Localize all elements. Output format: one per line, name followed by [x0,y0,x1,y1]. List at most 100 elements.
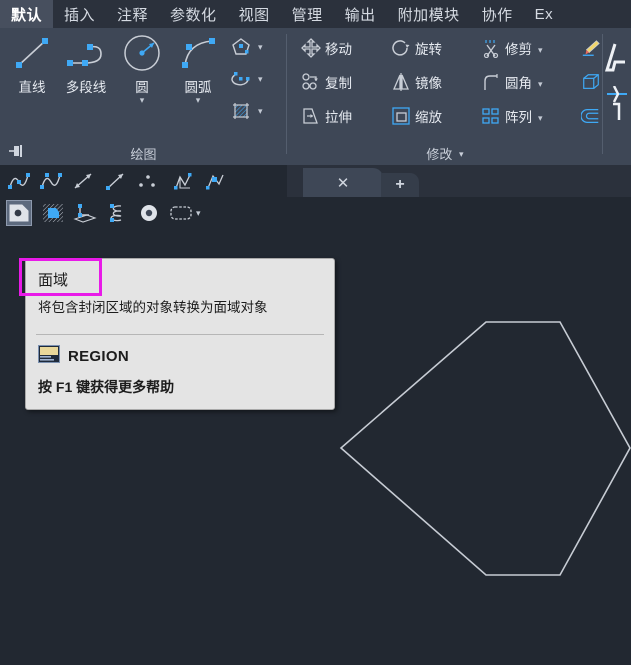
tooltip-divider [36,334,324,335]
tool-gradient[interactable] [40,200,66,226]
tool-stretch[interactable]: 拉伸 [301,106,387,126]
tool-circle-caret-icon[interactable]: ▾ [116,96,168,105]
tool-line[interactable]: 直线 [6,32,58,96]
tool-fillet-label: 圆角 [505,76,532,91]
autocad-window: 默认 插入 注释 参数化 视图 管理 输出 附加模块 协作 Ex 直线 多段线 … [0,0,631,665]
tool-polygon-caret-icon[interactable]: ▾ [258,42,263,53]
tool-array[interactable]: 阵列 ▾ [481,106,567,126]
scale-icon [391,106,411,126]
boundary-icon [174,173,192,190]
tool-circle[interactable]: 圆 ▾ [116,32,168,105]
tool-mirror[interactable]: 镜像 [391,72,477,92]
tool-copy-label: 复制 [325,76,352,91]
ribbon-tab-view[interactable]: 视图 [228,0,281,28]
tool-wipeout[interactable] [202,168,228,194]
document-tab-active[interactable]: ✕ [303,168,383,197]
tool-offset[interactable] [581,106,601,126]
3d-polyline-icon [73,204,97,223]
tool-ellipse-caret-icon[interactable]: ▾ [258,74,263,85]
tool-copy[interactable]: 复制 [301,72,387,92]
tool-multiple-points[interactable] [134,168,160,194]
tool-fillet[interactable]: 圆角 ▾ [481,72,567,92]
tool-arc-caret-icon[interactable]: ▾ [172,96,224,105]
3d-array-icon [581,72,601,92]
ribbon-tab-output[interactable]: 输出 [334,0,387,28]
tool-trim-label: 修剪 [505,42,532,57]
ribbon-tab-collaborate[interactable]: 协作 [471,0,524,28]
ribbon-tab-default[interactable]: 默认 [0,0,54,28]
stretch-icon [301,106,321,126]
tool-construction-line[interactable] [70,168,96,194]
new-document-tab-button[interactable]: + [381,173,419,197]
close-icon[interactable]: ✕ [337,174,350,192]
tool-array-caret-icon[interactable]: ▾ [538,113,543,124]
ribbon-tab-manage[interactable]: 管理 [281,0,334,28]
tool-donut[interactable] [136,200,162,226]
tool-arc[interactable]: 圆弧 ▾ [172,32,224,105]
tool-3d-polyline[interactable] [72,200,98,226]
ribbon-tab-parametric[interactable]: 参数化 [159,0,228,28]
region-icon [9,204,29,222]
tool-3d-array[interactable] [581,72,601,92]
match-properties-icon [581,38,601,58]
wipeout-icon [206,174,224,190]
ribbon-body: 直线 多段线 圆 ▾ 圆弧 ▾ ▾ ▾ ▾ ▾ 绘图 移动 旋转 修剪 ▾ 复制… [0,28,631,226]
tool-spline-fit[interactable] [6,168,32,194]
construction-line-icon [74,173,92,189]
tool-revision-cloud[interactable] [168,200,194,226]
ray-icon [106,173,124,190]
ribbon-tab-express[interactable]: Ex [524,0,565,28]
panel-label-modify-caret-icon[interactable]: ▾ [459,149,464,159]
tool-move[interactable]: 移动 [301,38,387,58]
tool-ellipse[interactable] [228,66,254,92]
tooltip-region: 面域 将包含封闭区域的对象转换为面域对象 REGION 按 F1 键获得更多帮助 [25,258,335,410]
tool-circle-label: 圆 [135,80,149,95]
tool-fillet-caret-icon[interactable]: ▾ [538,79,543,90]
offset-icon [581,106,601,126]
multiple-points-icon [139,175,155,187]
tool-scale[interactable]: 缩放 [391,106,477,126]
ribbon-tab-insert[interactable]: 插入 [53,0,106,28]
tool-hatch-caret-icon[interactable]: ▾ [258,106,263,117]
dimension-icon[interactable] [605,85,631,131]
tool-polygon[interactable] [228,34,254,60]
tool-boundary[interactable] [170,168,196,194]
mirror-icon [391,72,411,92]
tool-array-label: 阵列 [505,110,532,125]
trim-icon [481,38,501,58]
document-tab-bar: ✕ + [287,165,631,197]
tool-trim[interactable]: 修剪 ▾ [481,38,567,58]
ribbon-panel-annotation [603,28,631,165]
spline-cv-icon [40,173,62,189]
panel-label-modify[interactable]: 修改 ▾ [287,144,603,163]
tooltip-description: 将包含封闭区域的对象转换为面域对象 [38,300,268,315]
tool-move-label: 移动 [325,42,352,57]
tool-spline-cv[interactable] [38,168,64,194]
panel-label-draw[interactable]: 绘图 [0,144,287,163]
tool-revision-cloud-caret-icon[interactable]: ▾ [196,208,201,219]
ribbon-tab-addins[interactable]: 附加模块 [387,0,471,28]
ribbon-tab-strip: 默认 插入 注释 参数化 视图 管理 输出 附加模块 协作 Ex [0,0,631,28]
tool-trim-caret-icon[interactable]: ▾ [538,45,543,56]
tool-arc-label: 圆弧 [184,80,212,95]
helix-icon [110,204,122,222]
text-style-icon[interactable] [604,40,631,79]
ellipse-icon [231,72,250,86]
panel-label-draw-text: 绘图 [130,147,157,162]
tool-rotate[interactable]: 旋转 [391,38,477,58]
arc-icon [172,32,224,74]
tool-region[interactable] [6,200,32,226]
command-thumbnail-icon [38,345,60,368]
tool-match-properties[interactable] [581,38,601,58]
tooltip-title: 面域 [38,272,69,289]
drawing-canvas[interactable] [287,197,631,665]
tool-ray[interactable] [102,168,128,194]
tool-polyline[interactable]: 多段线 [60,32,112,96]
tool-hatch[interactable] [228,98,254,124]
donut-icon [141,205,157,221]
tool-helix[interactable] [104,200,130,226]
hexagon-shape[interactable] [339,321,631,576]
ribbon-tab-annotate[interactable]: 注释 [106,0,159,28]
hatch-icon [233,103,249,119]
line-icon [6,32,58,74]
